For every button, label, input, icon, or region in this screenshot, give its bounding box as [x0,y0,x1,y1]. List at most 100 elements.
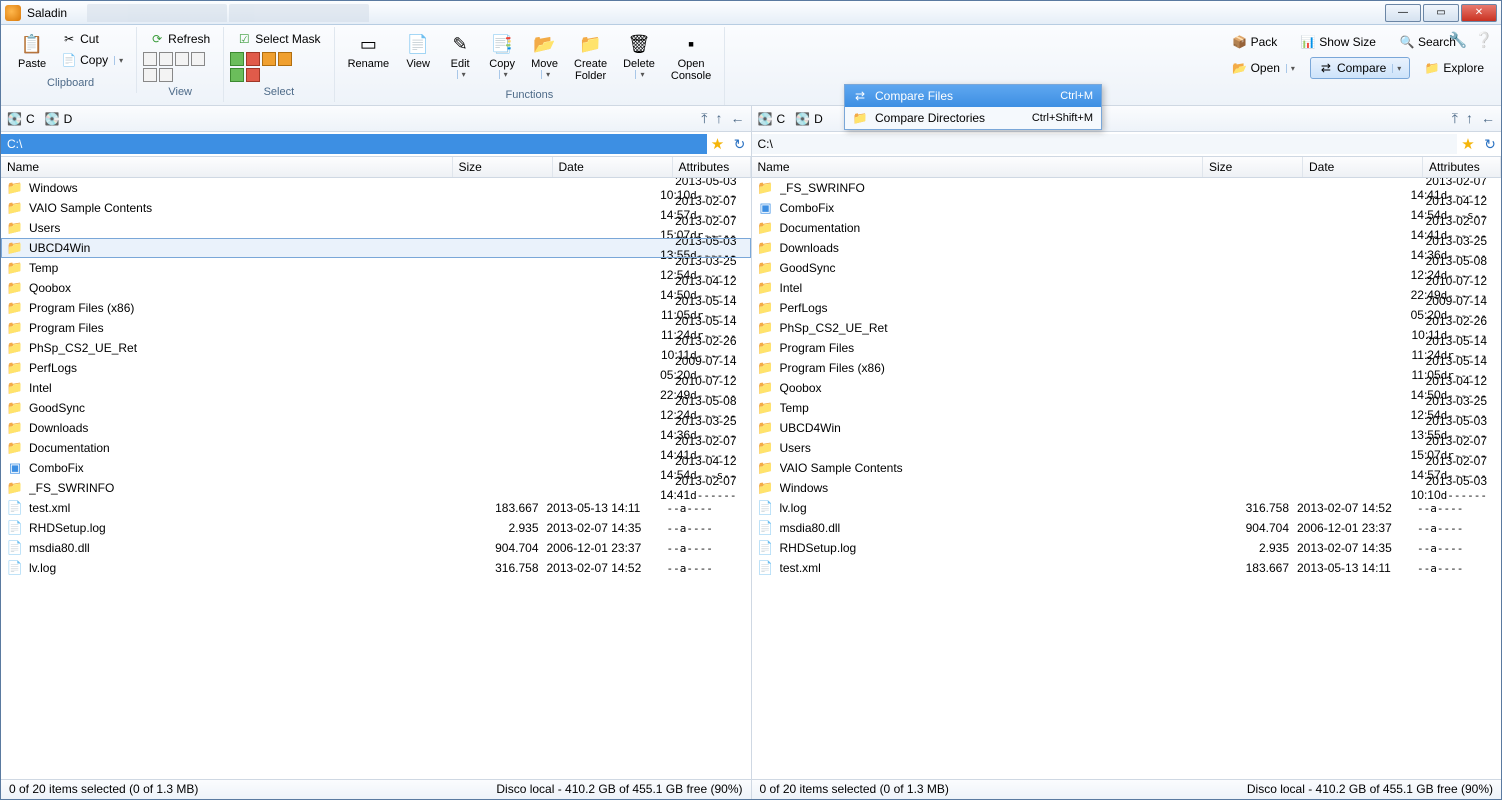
move-button[interactable]: 📂Move▾ [524,29,565,82]
file-row[interactable]: 📁Windows2013-05-03 10:10d------ [1,178,751,198]
file-row[interactable]: 📁VAIO Sample Contents2013-02-07 14:57d--… [752,458,1502,478]
column-name[interactable]: Name [752,157,1204,177]
column-size[interactable]: Size [1203,157,1303,177]
view-mode-buttons[interactable] [143,50,211,82]
file-row[interactable]: 📁Downloads2013-03-25 14:36d------ [1,418,751,438]
back-icon[interactable]: ← [1481,110,1495,127]
file-row[interactable]: 📁Users2013-02-07 15:07dr----- [1,218,751,238]
column-name[interactable]: Name [1,157,453,177]
compare-button[interactable]: ⇄Compare▾ [1310,57,1410,79]
file-row[interactable]: 📁GoodSync2013-05-08 12:24d------ [1,398,751,418]
dropdown-caret-icon[interactable]: ▾ [541,70,550,79]
dropdown-caret-icon[interactable]: ▾ [457,70,466,79]
file-row[interactable]: 📁UBCD4Win2013-05-03 13:55d------ [752,418,1502,438]
file-row[interactable]: 📁Program Files (x86)2013-05-14 11:05dr--… [752,358,1502,378]
select-mask-button[interactable]: ☑Select Mask [230,29,327,49]
file-row[interactable]: 📁PerfLogs2009-07-14 05:20d------ [752,298,1502,318]
bookmark-icon[interactable]: ★ [707,135,729,153]
settings-icon[interactable]: 🔧 [1449,31,1467,49]
drive-c-button[interactable]: 💽C [758,112,786,126]
root-icon[interactable]: ⤒ [701,110,707,127]
open-console-button[interactable]: ▪Open Console [664,29,718,85]
file-row[interactable]: 📁Downloads2013-03-25 14:36d------ [752,238,1502,258]
delete-button[interactable]: 🗑Delete▾ [616,29,662,82]
column-date[interactable]: Date [553,157,673,177]
menu-compare-directories[interactable]: 📁 Compare Directories Ctrl+Shift+M [845,107,1101,129]
file-row[interactable]: 📁Program Files (x86)2013-05-14 11:05dr--… [1,298,751,318]
file-row[interactable]: 📁Intel2010-07-12 22:49d------ [1,378,751,398]
file-row[interactable]: 📁Temp2013-03-25 12:54d------ [1,258,751,278]
inactive-tab[interactable] [87,4,227,22]
help-icon[interactable]: ❔ [1475,31,1493,49]
drive-c-button[interactable]: 💽C [7,112,35,126]
open-button[interactable]: 📂Open▾ [1224,57,1304,79]
show-size-button[interactable]: 📊Show Size [1292,31,1385,53]
file-row[interactable]: 📁GoodSync2013-05-08 12:24d------ [752,258,1502,278]
file-row[interactable]: 📁VAIO Sample Contents2013-02-07 14:57d--… [1,198,751,218]
column-attributes[interactable]: Attributes [1423,157,1501,177]
drive-d-button[interactable]: 💽D [795,112,823,126]
back-icon[interactable]: ← [731,110,745,127]
titlebar[interactable]: Saladin — ▭ ✕ [1,1,1501,25]
file-row[interactable]: 📁PhSp_CS2_UE_Ret2013-02-26 10:11d------ [752,318,1502,338]
file-row[interactable]: ▣ComboFix2013-04-12 14:54d---s-- [1,458,751,478]
paste-button[interactable]: 📋Paste [11,29,53,73]
file-row[interactable]: 📄test.xml183.6672013-05-13 14:11--a---- [752,558,1502,578]
file-row[interactable]: 📁Qoobox2013-04-12 14:50d------ [752,378,1502,398]
dropdown-caret-icon[interactable]: ▾ [1286,64,1295,73]
file-row[interactable]: 📁Users2013-02-07 15:07dr----- [752,438,1502,458]
maximize-button[interactable]: ▭ [1423,4,1459,22]
file-row[interactable]: 📁PhSp_CS2_UE_Ret2013-02-26 10:11d------ [1,338,751,358]
pack-button[interactable]: 📦Pack [1224,31,1287,53]
file-row[interactable]: 📄test.xml183.6672013-05-13 14:11--a---- [1,498,751,518]
file-row[interactable]: 📁PerfLogs2009-07-14 05:20d------ [1,358,751,378]
file-row[interactable]: 📁Windows2013-05-03 10:10d------ [752,478,1502,498]
copy-button[interactable]: 📄Copy▾ [55,50,130,70]
close-button[interactable]: ✕ [1461,4,1497,22]
file-row[interactable]: 📁Intel2010-07-12 22:49d------ [752,278,1502,298]
file-row[interactable]: 📄lv.log316.7582013-02-07 14:52--a---- [752,498,1502,518]
file-row[interactable]: 📁Qoobox2013-04-12 14:50d------ [1,278,751,298]
file-row[interactable]: 📁Program Files2013-05-14 11:24dr----- [1,318,751,338]
file-row[interactable]: 📁Program Files2013-05-14 11:24dr----- [752,338,1502,358]
dropdown-caret-icon[interactable]: ▾ [499,70,508,79]
inactive-tab[interactable] [229,4,369,22]
root-icon[interactable]: ⤒ [1452,110,1458,127]
create-folder-button[interactable]: 📁Create Folder [567,29,614,85]
file-row[interactable]: 📄lv.log316.7582013-02-07 14:52--a---- [1,558,751,578]
up-icon[interactable]: ↑ [716,110,723,127]
up-icon[interactable]: ↑ [1466,110,1473,127]
file-row[interactable]: 📁_FS_SWRINFO2013-02-07 14:41d------ [752,178,1502,198]
select-action-buttons[interactable] [230,50,298,82]
refresh-button[interactable]: ⟳Refresh [143,29,217,49]
file-row[interactable]: 📁Documentation2013-02-07 14:41d------ [752,218,1502,238]
path-input[interactable]: C:\ [752,134,1458,154]
path-input[interactable]: C:\ [1,134,707,154]
dropdown-caret-icon[interactable]: ▾ [635,70,644,79]
left-file-list[interactable]: 📁Windows2013-05-03 10:10d------📁VAIO Sam… [1,178,751,779]
column-attributes[interactable]: Attributes [673,157,751,177]
history-icon[interactable]: ↻ [729,136,751,153]
minimize-button[interactable]: — [1385,4,1421,22]
file-row[interactable]: 📁_FS_SWRINFO2013-02-07 14:41d------ [1,478,751,498]
cut-button[interactable]: ✂Cut [55,29,130,49]
file-row[interactable]: 📁UBCD4Win2013-05-03 13:55d------ [1,238,751,258]
rename-button[interactable]: ▭Rename [341,29,397,73]
copy-file-button[interactable]: 📑Copy▾ [482,29,522,82]
edit-button[interactable]: ✎Edit▾ [440,29,480,82]
dropdown-caret-icon[interactable]: ▾ [114,56,123,65]
file-row[interactable]: 📁Temp2013-03-25 12:54d------ [752,398,1502,418]
file-row[interactable]: 📄RHDSetup.log2.9352013-02-07 14:35--a---… [752,538,1502,558]
file-row[interactable]: 📄msdia80.dll904.7042006-12-01 23:37--a--… [1,538,751,558]
menu-compare-files[interactable]: ⇄ Compare Files Ctrl+M [845,85,1101,107]
explore-button[interactable]: 📁Explore [1416,57,1493,79]
file-row[interactable]: ▣ComboFix2013-04-12 14:54d---s-- [752,198,1502,218]
drive-d-button[interactable]: 💽D [45,112,73,126]
column-size[interactable]: Size [453,157,553,177]
file-row[interactable]: 📁Documentation2013-02-07 14:41d------ [1,438,751,458]
right-file-list[interactable]: 📁_FS_SWRINFO2013-02-07 14:41d------▣Comb… [752,178,1502,779]
file-row[interactable]: 📄RHDSetup.log2.9352013-02-07 14:35--a---… [1,518,751,538]
file-row[interactable]: 📄msdia80.dll904.7042006-12-01 23:37--a--… [752,518,1502,538]
history-icon[interactable]: ↻ [1479,136,1501,153]
dropdown-caret-icon[interactable]: ▾ [1392,64,1401,73]
